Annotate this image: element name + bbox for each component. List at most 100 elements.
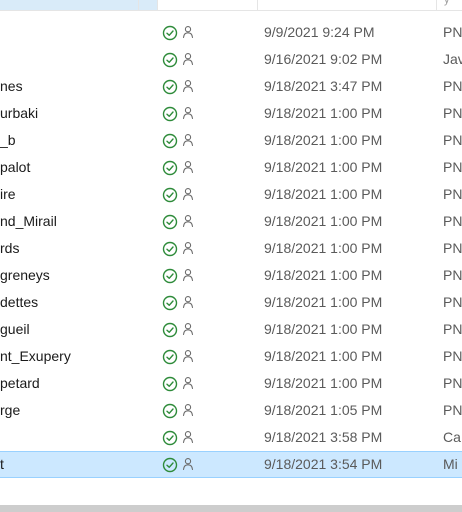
check-circle-icon bbox=[162, 241, 178, 257]
file-row[interactable]: gueil 9/18/2021 1:00 PM PN bbox=[0, 316, 462, 343]
sync-status bbox=[162, 343, 202, 370]
check-circle-icon bbox=[162, 403, 178, 419]
file-type: PN bbox=[443, 159, 462, 175]
check-circle-icon bbox=[162, 160, 178, 176]
sync-status bbox=[162, 19, 202, 46]
file-row[interactable]: dettes 9/18/2021 1:00 PM PN bbox=[0, 289, 462, 316]
file-type: Jav bbox=[443, 51, 462, 67]
column-divider[interactable] bbox=[138, 0, 139, 10]
type-column-header-label[interactable]: y bbox=[444, 0, 450, 6]
person-icon bbox=[182, 80, 194, 93]
date-modified: 9/18/2021 1:05 PM bbox=[264, 402, 383, 418]
file-name[interactable]: nd_Mirail bbox=[0, 208, 150, 235]
column-divider[interactable] bbox=[157, 0, 158, 10]
file-name[interactable]: nes bbox=[0, 73, 150, 100]
check-circle-icon bbox=[162, 214, 178, 230]
file-name[interactable] bbox=[0, 424, 150, 451]
file-row[interactable]: _b 9/18/2021 1:00 PM PN bbox=[0, 127, 462, 154]
date-modified: 9/18/2021 1:00 PM bbox=[264, 321, 383, 337]
file-name[interactable]: rge bbox=[0, 397, 150, 424]
sync-status bbox=[162, 46, 202, 73]
file-row[interactable]: 9/9/2021 9:24 PM PN bbox=[0, 19, 462, 46]
date-modified: 9/18/2021 3:58 PM bbox=[264, 429, 383, 445]
horizontal-scrollbar[interactable] bbox=[0, 505, 462, 512]
file-type: PN bbox=[443, 78, 462, 94]
file-row[interactable]: 9/16/2021 9:02 PM Jav bbox=[0, 46, 462, 73]
sync-status bbox=[162, 451, 202, 478]
person-icon bbox=[182, 26, 194, 39]
file-type: PN bbox=[443, 186, 462, 202]
sync-status bbox=[162, 181, 202, 208]
date-modified: 9/18/2021 1:00 PM bbox=[264, 348, 383, 364]
file-name[interactable]: _b bbox=[0, 127, 150, 154]
person-icon bbox=[182, 134, 194, 147]
check-circle-icon bbox=[162, 52, 178, 68]
date-modified: 9/18/2021 3:47 PM bbox=[264, 78, 383, 94]
sync-status bbox=[162, 208, 202, 235]
file-name[interactable]: rds bbox=[0, 235, 150, 262]
file-name[interactable]: dettes bbox=[0, 289, 150, 316]
person-icon bbox=[182, 242, 194, 255]
date-modified: 9/18/2021 1:00 PM bbox=[264, 294, 383, 310]
file-name[interactable]: gueil bbox=[0, 316, 150, 343]
file-name[interactable] bbox=[0, 19, 150, 46]
column-divider[interactable] bbox=[257, 0, 258, 10]
date-modified: 9/16/2021 9:02 PM bbox=[264, 51, 383, 67]
check-circle-icon bbox=[162, 322, 178, 338]
file-row[interactable]: nes 9/18/2021 3:47 PM PN bbox=[0, 73, 462, 100]
file-row[interactable]: nd_Mirail 9/18/2021 1:00 PM PN bbox=[0, 208, 462, 235]
sync-status bbox=[162, 154, 202, 181]
file-row[interactable]: nt_Exupery 9/18/2021 1:00 PM PN bbox=[0, 343, 462, 370]
file-name[interactable]: urbaki bbox=[0, 100, 150, 127]
file-row[interactable]: petard 9/18/2021 1:00 PM PN bbox=[0, 370, 462, 397]
sync-status bbox=[162, 397, 202, 424]
file-row[interactable]: palot 9/18/2021 1:00 PM PN bbox=[0, 154, 462, 181]
date-modified: 9/18/2021 1:00 PM bbox=[264, 105, 383, 121]
file-type: Mi bbox=[443, 456, 458, 472]
person-icon bbox=[182, 53, 194, 66]
file-name[interactable]: greneys bbox=[0, 262, 150, 289]
person-icon bbox=[182, 350, 194, 363]
file-row[interactable]: 9/18/2021 3:58 PM Ca bbox=[0, 424, 462, 451]
file-row[interactable]: t 9/18/2021 3:54 PM Mi bbox=[0, 451, 462, 478]
name-column-header[interactable] bbox=[0, 0, 157, 10]
file-name[interactable]: t bbox=[0, 451, 150, 478]
check-circle-icon bbox=[162, 79, 178, 95]
sync-status bbox=[162, 262, 202, 289]
check-circle-icon bbox=[162, 268, 178, 284]
file-row[interactable]: greneys 9/18/2021 1:00 PM PN bbox=[0, 262, 462, 289]
file-name[interactable]: nt_Exupery bbox=[0, 343, 150, 370]
person-icon bbox=[182, 296, 194, 309]
check-circle-icon bbox=[162, 295, 178, 311]
person-icon bbox=[182, 377, 194, 390]
date-modified: 9/18/2021 1:00 PM bbox=[264, 159, 383, 175]
file-row[interactable]: ire 9/18/2021 1:00 PM PN bbox=[0, 181, 462, 208]
file-name[interactable]: petard bbox=[0, 370, 150, 397]
file-type: PN bbox=[443, 375, 462, 391]
file-name[interactable] bbox=[0, 46, 150, 73]
check-circle-icon bbox=[162, 133, 178, 149]
check-circle-icon bbox=[162, 430, 178, 446]
date-modified: 9/9/2021 9:24 PM bbox=[264, 24, 375, 40]
sync-status bbox=[162, 73, 202, 100]
file-list: 9/9/2021 9:24 PM PN 9/16/2021 9:02 PM Jav ne… bbox=[0, 19, 462, 478]
file-name[interactable]: ire bbox=[0, 181, 150, 208]
file-name[interactable]: palot bbox=[0, 154, 150, 181]
check-circle-icon bbox=[162, 106, 178, 122]
file-row[interactable]: rds 9/18/2021 1:00 PM PN bbox=[0, 235, 462, 262]
person-icon bbox=[182, 107, 194, 120]
file-type: PN bbox=[443, 348, 462, 364]
date-modified: 9/18/2021 1:00 PM bbox=[264, 240, 383, 256]
sync-status bbox=[162, 100, 202, 127]
column-divider[interactable] bbox=[436, 0, 437, 10]
person-icon bbox=[182, 431, 194, 444]
file-type: PN bbox=[443, 267, 462, 283]
file-type: PN bbox=[443, 24, 462, 40]
file-type: Ca bbox=[443, 429, 461, 445]
person-icon bbox=[182, 323, 194, 336]
file-row[interactable]: urbaki 9/18/2021 1:00 PM PN bbox=[0, 100, 462, 127]
file-row[interactable]: rge 9/18/2021 1:05 PM PN bbox=[0, 397, 462, 424]
check-circle-icon bbox=[162, 349, 178, 365]
column-header-bar: y bbox=[0, 0, 462, 11]
sync-status bbox=[162, 127, 202, 154]
